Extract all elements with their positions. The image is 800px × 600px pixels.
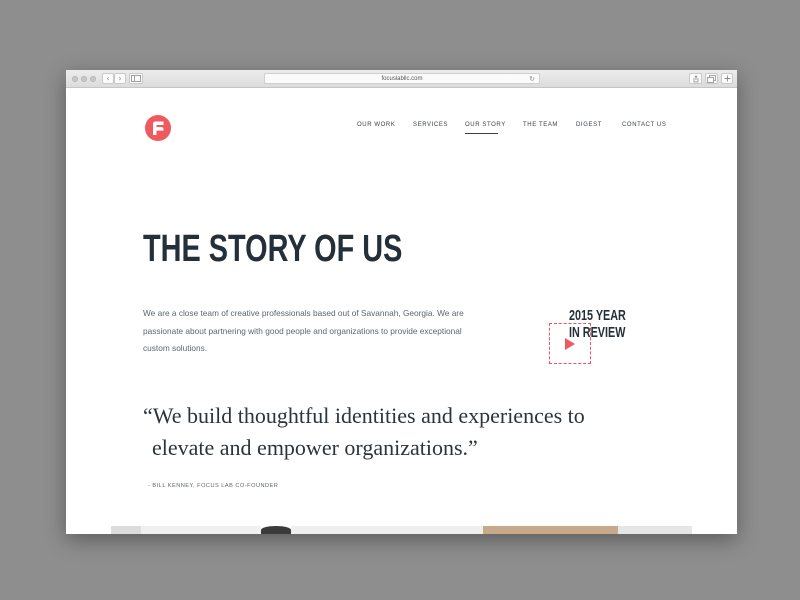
zoom-window-button[interactable]	[90, 76, 96, 82]
play-icon	[565, 338, 575, 350]
photo-person-head	[261, 526, 291, 534]
intro-paragraph: We are a close team of creative professi…	[143, 308, 464, 353]
browser-toolbar: ‹ › focuslabllc.com ↻	[66, 70, 737, 88]
focus-lab-logo[interactable]	[145, 115, 171, 141]
year-in-review-line1: 2015 YEAR	[569, 307, 626, 324]
nav-our-story[interactable]: OUR STORY	[465, 122, 506, 128]
reload-icon[interactable]: ↻	[529, 74, 535, 84]
photo-wood-shelf	[483, 526, 618, 534]
share-icon	[693, 75, 698, 83]
quote-line-1: “We build thoughtful identities and expe…	[143, 403, 585, 428]
page-title: THE STORY OF US	[143, 228, 403, 270]
team-photo-strip	[111, 526, 692, 534]
pull-quote: “We build thoughtful identities and expe…	[143, 400, 703, 464]
back-button[interactable]: ‹	[102, 73, 114, 84]
quote-line-2: elevate and empower organizations.”	[152, 435, 478, 460]
chevron-left-icon: ‹	[106, 74, 110, 83]
photo-office	[141, 526, 261, 534]
address-bar[interactable]: focuslabllc.com ↻	[264, 73, 540, 84]
minimize-window-button[interactable]	[81, 76, 87, 82]
nav-contact-us[interactable]: CONTACT US	[622, 122, 666, 128]
nav-services[interactable]: SERVICES	[413, 122, 448, 128]
plus-icon	[724, 75, 730, 82]
nav-digest[interactable]: DIGEST	[576, 122, 602, 128]
photo-office-wall	[291, 526, 483, 534]
tabs-icon	[707, 75, 716, 83]
new-tab-button[interactable]	[721, 73, 733, 84]
play-video-button[interactable]	[549, 323, 591, 364]
sidebar-icon	[131, 75, 141, 82]
tab-overview-button[interactable]	[705, 73, 718, 84]
share-button[interactable]	[689, 73, 702, 84]
nav-the-team[interactable]: THE TEAM	[523, 122, 558, 128]
forward-button[interactable]: ›	[114, 73, 126, 84]
photo-left-edge	[111, 526, 141, 534]
quote-attribution: - BILL KENNEY, FOCUS LAB CO-FOUNDER	[148, 483, 279, 489]
close-window-button[interactable]	[72, 76, 78, 82]
url-text: focuslabllc.com	[381, 76, 423, 82]
nav-our-work[interactable]: OUR WORK	[357, 122, 395, 128]
active-nav-underline	[465, 133, 498, 134]
browser-window: ‹ › focuslabllc.com ↻ OUR WORK SERVICES …	[66, 70, 737, 534]
sidebar-toggle-button[interactable]	[129, 73, 143, 84]
photo-right-edge	[618, 526, 692, 534]
chevron-right-icon: ›	[118, 74, 122, 83]
